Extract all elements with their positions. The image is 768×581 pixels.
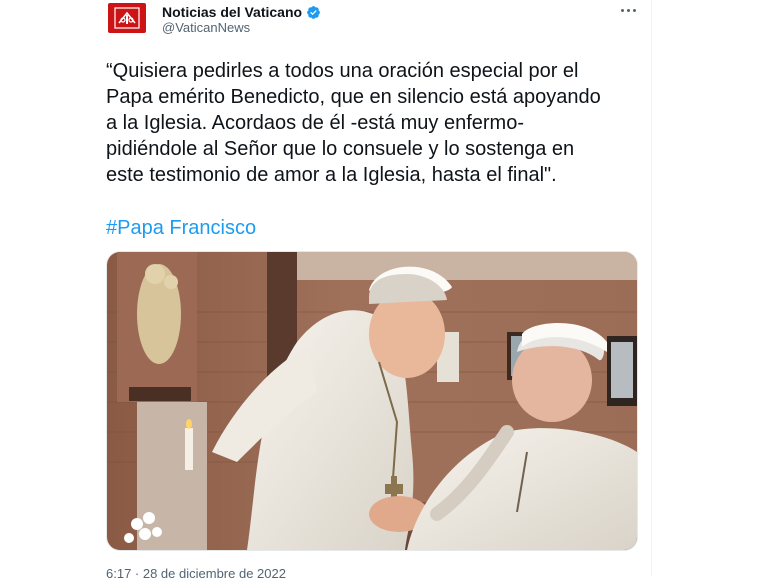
column-divider xyxy=(651,0,652,576)
hashtag-link[interactable]: #Papa Francisco xyxy=(106,215,256,241)
more-options-icon[interactable] xyxy=(616,0,640,20)
verified-badge-icon xyxy=(307,5,320,19)
author-handle[interactable]: @VaticanNews xyxy=(162,20,250,35)
tweet-timestamp[interactable]: 6:17 · 28 de diciembre de 2022 xyxy=(106,566,286,581)
vatican-news-logo-icon xyxy=(114,7,140,29)
avatar[interactable] xyxy=(108,3,146,33)
author-name-row[interactable]: Noticias del Vaticano xyxy=(162,2,321,22)
author-display-name[interactable]: Noticias del Vaticano xyxy=(162,4,302,20)
tweet-card: Noticias del Vaticano @VaticanNews “Quis… xyxy=(0,0,768,581)
tweet-text: “Quisiera pedirles a todos una oración e… xyxy=(106,60,601,186)
popes-greeting-photo xyxy=(107,252,637,550)
tweet-photo[interactable] xyxy=(106,251,638,551)
